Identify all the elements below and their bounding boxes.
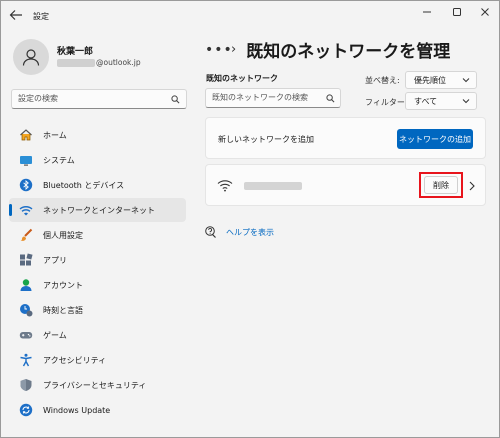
sidebar-item-label: ネットワークとインターネット (43, 205, 155, 215)
sidebar-item-label: アクセシビリティ (43, 355, 107, 365)
sidebar-item-accounts[interactable]: アカウント (9, 273, 186, 297)
chevron-down-icon (462, 78, 470, 83)
network-search-input[interactable] (212, 93, 324, 102)
sidebar-item-network[interactable]: ネットワークとインターネット (9, 198, 186, 222)
chevron-right-icon[interactable] (469, 181, 475, 191)
add-network-card: 新しいネットワークを追加 ネットワークの追加 (205, 117, 486, 159)
minimize-icon[interactable] (417, 5, 437, 19)
page-title: 既知のネットワークを管理 (246, 42, 451, 62)
title-bar: 設定 (1, 1, 499, 31)
sidebar-item-gaming[interactable]: ゲーム (9, 323, 186, 347)
delete-highlight-box: 削除 (419, 172, 463, 198)
maximize-icon[interactable] (447, 5, 467, 19)
search-icon (326, 94, 335, 103)
email-domain: @outlook.jp (96, 58, 141, 67)
brush-icon (19, 228, 33, 242)
help-link[interactable]: ヘルプを表示 (226, 227, 274, 238)
account-icon (19, 278, 33, 292)
sort-label: 並べ替え: (365, 76, 400, 85)
user-email: @outlook.jp (57, 58, 141, 67)
accessibility-icon (19, 353, 33, 367)
sidebar-item-personalization[interactable]: 個人用設定 (9, 223, 186, 247)
wifi-icon (217, 180, 233, 192)
known-network-row[interactable]: 削除 (205, 164, 486, 206)
user-icon (22, 49, 40, 66)
sidebar-item-windows-update[interactable]: Windows Update (9, 398, 186, 422)
add-network-button[interactable]: ネットワークの追加 (397, 129, 473, 149)
help-icon (205, 226, 216, 238)
gaming-icon (19, 328, 33, 342)
sidebar-item-label: 個人用設定 (43, 230, 83, 240)
help-link-row[interactable]: ヘルプを表示 (205, 226, 274, 238)
sidebar-item-label: 時刻と言語 (43, 305, 83, 315)
network-icon (19, 203, 33, 217)
filter-dropdown[interactable]: すべて (405, 92, 477, 110)
breadcrumb-more-button[interactable]: ••• (205, 42, 232, 58)
sidebar-item-label: アプリ (43, 255, 67, 265)
section-label: 既知のネットワーク (206, 74, 278, 83)
network-search-box[interactable] (205, 88, 341, 108)
home-icon (19, 128, 33, 142)
chevron-down-icon (462, 99, 470, 104)
search-input[interactable] (18, 94, 166, 103)
delete-button[interactable]: 削除 (424, 176, 458, 194)
sidebar-item-system[interactable]: システム (9, 148, 186, 172)
sidebar-item-label: システム (43, 155, 75, 165)
sort-dropdown[interactable]: 優先順位 (405, 71, 477, 89)
apps-icon (19, 253, 33, 267)
breadcrumb: ••• › 既知のネットワークを管理 (205, 37, 451, 63)
app-title: 設定 (33, 12, 49, 21)
sidebar-item-apps[interactable]: アプリ (9, 248, 186, 272)
avatar[interactable] (13, 39, 49, 75)
time-language-icon (19, 303, 33, 317)
sidebar-item-accessibility[interactable]: アクセシビリティ (9, 348, 186, 372)
settings-search-box[interactable] (11, 89, 187, 109)
add-network-label: 新しいネットワークを追加 (218, 135, 314, 144)
close-icon[interactable] (475, 5, 495, 19)
user-name: 秋葉一郎 (57, 47, 94, 57)
sidebar-item-privacy-security[interactable]: プライバシーとセキュリティ (9, 373, 186, 397)
filter-value: すべて (414, 96, 438, 106)
chevron-right-icon: › (231, 42, 237, 57)
sidebar-item-label: アカウント (43, 280, 83, 290)
sidebar-item-label: Windows Update (43, 405, 111, 415)
windows-update-icon (19, 403, 33, 417)
sidebar-item-label: ホーム (43, 130, 67, 140)
sidebar-item-bluetooth[interactable]: Bluetooth とデバイス (9, 173, 186, 197)
bluetooth-icon (19, 178, 33, 192)
filter-label: フィルター: (365, 98, 408, 107)
sidebar-item-label: プライバシーとセキュリティ (43, 380, 147, 390)
email-redacted (57, 58, 95, 67)
search-icon (171, 95, 180, 104)
sidebar-item-time-language[interactable]: 時刻と言語 (9, 298, 186, 322)
settings-window: 設定 秋葉一郎 @outlook.jp ホーム (0, 0, 500, 438)
sidebar-nav: ホーム システム Bluetooth とデバイス ネットワークとインターネット … (9, 123, 186, 423)
sidebar-item-label: Bluetooth とデバイス (43, 180, 125, 190)
sidebar-item-label: ゲーム (43, 330, 67, 340)
system-icon (19, 153, 33, 167)
shield-icon (19, 378, 33, 392)
sort-value: 優先順位 (414, 75, 446, 85)
network-name-redacted (244, 182, 302, 190)
back-arrow-icon[interactable] (9, 9, 25, 23)
sidebar-item-home[interactable]: ホーム (9, 123, 186, 147)
